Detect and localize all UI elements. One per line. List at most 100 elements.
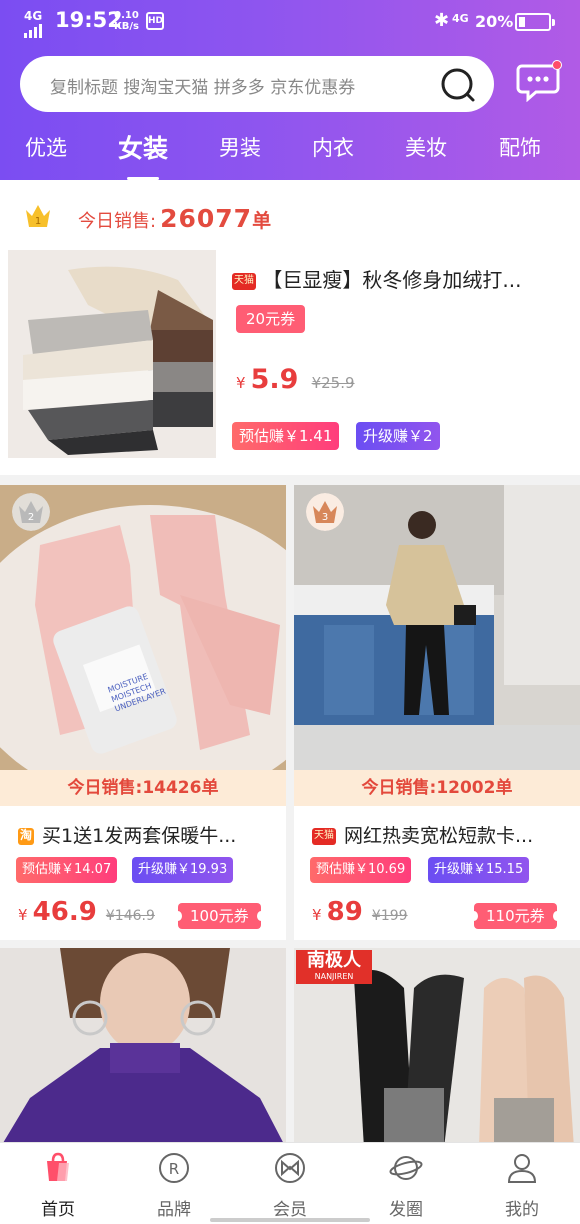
rank-crown-icon: 1 xyxy=(26,205,50,227)
product-image-3[interactable]: 3 xyxy=(294,485,580,770)
featured-upgrade-earn: 升级赚￥2 xyxy=(356,422,440,450)
nav-moments-label: 发圈 xyxy=(389,1200,423,1220)
tmall-badge: 天猫 xyxy=(312,828,336,845)
estimated-earn-2: 预估赚￥14.07 xyxy=(16,857,118,883)
speed-value: 0.10 xyxy=(114,10,139,21)
message-button[interactable] xyxy=(516,60,562,103)
featured-estimated-earn: 预估赚￥1.41 xyxy=(232,422,340,450)
model-trench-image xyxy=(294,485,580,770)
nav-moments[interactable]: 发圈 xyxy=(366,1151,446,1220)
battery-percent: 20% xyxy=(475,12,514,31)
clock: 19:52 xyxy=(55,8,122,32)
nav-mine[interactable]: 我的 xyxy=(482,1151,562,1220)
member-icon xyxy=(275,1153,305,1183)
product-title-3-text: 网红热卖宽松短款卡... xyxy=(344,825,534,847)
product-feed[interactable]: 1 今日销售: 26077单 天猫 【巨显瘦】秋冬修身加绒打... 20元券 ¥… xyxy=(0,180,580,1142)
home-indicator xyxy=(210,1218,370,1222)
upgrade-earn-3: 升级赚￥15.15 xyxy=(428,857,530,883)
rank-number: 1 xyxy=(35,216,41,227)
hd-icon: HD xyxy=(146,12,164,30)
bottom-nav: 首页 R 品牌 会员 发圈 我的 xyxy=(0,1142,580,1224)
brand-sub: NANJIREN xyxy=(314,972,354,981)
tab-youxuan[interactable]: 优选 xyxy=(25,132,67,162)
product-image-4[interactable] xyxy=(0,948,286,1142)
tab-neiyi[interactable]: 内衣 xyxy=(312,132,354,162)
coupon-3[interactable]: 110元券 xyxy=(470,903,561,929)
category-tabs: 优选 女装 男装 内衣 美妆 配饰 xyxy=(0,126,580,180)
product-card-3[interactable]: 3 今日销售:12002单 天猫 网红热卖宽松短款卡... 预估赚￥10.69 升… xyxy=(294,485,580,940)
bluetooth-icon: ✱ xyxy=(434,10,450,31)
estimated-earn-3: 预估赚￥10.69 xyxy=(310,857,412,883)
registered-icon: R xyxy=(159,1153,189,1183)
current-price: 5.9 xyxy=(250,364,299,395)
featured-product-image[interactable] xyxy=(8,250,216,458)
featured-product-card[interactable]: 1 今日销售: 26077单 天猫 【巨显瘦】秋冬修身加绒打... 20元券 ¥… xyxy=(0,180,580,475)
status-bar: 4G 19:52 0.10 KB/s HD ✱ 4G 20% xyxy=(0,0,580,46)
original-price: ¥25.9 xyxy=(311,374,355,392)
currency-symbol: ¥ xyxy=(18,906,28,924)
nav-home-label: 首页 xyxy=(41,1200,75,1220)
rank-number-3: 3 xyxy=(322,512,328,523)
featured-title-text: 【巨显瘦】秋冬修身加绒打... xyxy=(262,268,522,292)
signal2-label: 4G xyxy=(452,12,469,25)
featured-coupon[interactable]: 20元券 xyxy=(236,305,306,333)
purple-turtleneck-image xyxy=(0,948,286,1142)
product-image-2[interactable]: MOISTURE MOISTECH UNDERLAYER 2 xyxy=(0,485,286,770)
featured-price: ¥ 5.9 ¥25.9 xyxy=(236,364,355,395)
today-sales-label: 今日销售: xyxy=(78,211,157,232)
pink-set-image: MOISTURE MOISTECH UNDERLAYER xyxy=(0,485,286,770)
taobao-badge: 淘 xyxy=(18,828,35,845)
nav-home[interactable]: 首页 xyxy=(18,1151,98,1220)
brand-name: 南极人 xyxy=(307,950,361,971)
upgrade-earn-2: 升级赚￥19.93 xyxy=(132,857,234,883)
today-sales-count: 26077 xyxy=(160,204,253,233)
product-card-2[interactable]: MOISTURE MOISTECH UNDERLAYER 2 今日销售:1442… xyxy=(0,485,286,940)
svg-text:R: R xyxy=(169,1160,179,1178)
tab-nvzhuang[interactable]: 女装 xyxy=(118,129,168,165)
header: 4G 19:52 0.10 KB/s HD ✱ 4G 20% 复制标题 搜淘宝天… xyxy=(0,0,580,180)
tab-nanzhuang[interactable]: 男装 xyxy=(219,132,261,162)
search-placeholder: 复制标题 搜淘宝天猫 拼多多 京东优惠券 xyxy=(50,78,356,98)
product-title-2[interactable]: 淘买1送1发两套保暖牛... xyxy=(18,821,280,848)
network-speed: 0.10 KB/s xyxy=(114,10,139,32)
original-price-2: ¥146.9 xyxy=(105,908,155,924)
currency-symbol: ¥ xyxy=(236,374,246,392)
today-sales: 今日销售: 26077单 xyxy=(78,204,271,233)
tab-peishi[interactable]: 配饰 xyxy=(499,132,541,162)
today-sales-unit: 单 xyxy=(252,210,272,232)
current-price-2: 46.9 xyxy=(32,897,97,927)
rank-number-2: 2 xyxy=(28,512,34,523)
network-type: 4G xyxy=(24,9,43,23)
currency-symbol: ¥ xyxy=(312,906,322,924)
nav-member-label: 会员 xyxy=(273,1200,307,1220)
coupon-2[interactable]: 100元券 xyxy=(174,903,265,929)
tab-meizhuang[interactable]: 美妆 xyxy=(405,132,447,162)
tmall-badge: 天猫 xyxy=(232,273,256,290)
nav-brand[interactable]: R 品牌 xyxy=(134,1151,214,1220)
notification-dot xyxy=(552,60,562,70)
product-title-3[interactable]: 天猫 网红热卖宽松短款卡... xyxy=(312,821,574,848)
nav-brand-label: 品牌 xyxy=(157,1200,191,1220)
search-icon[interactable] xyxy=(440,67,476,103)
product-image-5[interactable]: 南极人 NANJIREN xyxy=(294,948,580,1142)
today-sales-2: 今日销售:14426单 xyxy=(0,770,286,806)
current-price-3: 89 xyxy=(326,897,363,927)
signal-indicator: 4G xyxy=(24,10,42,38)
original-price-3: ¥199 xyxy=(371,908,408,924)
search-bar[interactable]: 复制标题 搜淘宝天猫 拼多多 京东优惠券 xyxy=(20,56,494,112)
planet-icon xyxy=(389,1156,423,1180)
battery-icon xyxy=(515,13,555,31)
nav-member[interactable]: 会员 xyxy=(250,1151,330,1220)
user-icon xyxy=(507,1154,537,1183)
featured-product-title[interactable]: 天猫 【巨显瘦】秋冬修身加绒打... xyxy=(232,264,562,293)
nav-mine-label: 我的 xyxy=(505,1200,539,1220)
rank-crown-3-icon: 3 xyxy=(306,493,344,531)
product-title-2-text: 买1送1发两套保暖牛... xyxy=(42,825,237,847)
leggings-stack-image xyxy=(8,250,216,458)
signal-bars-icon xyxy=(24,24,42,38)
price-2: ¥ 46.9 ¥146.9 xyxy=(18,897,155,927)
home-bag-icon xyxy=(47,1152,69,1181)
price-3: ¥ 89 ¥199 xyxy=(312,897,408,927)
today-sales-3: 今日销售:12002单 xyxy=(294,770,580,806)
speed-unit: KB/s xyxy=(114,21,139,32)
